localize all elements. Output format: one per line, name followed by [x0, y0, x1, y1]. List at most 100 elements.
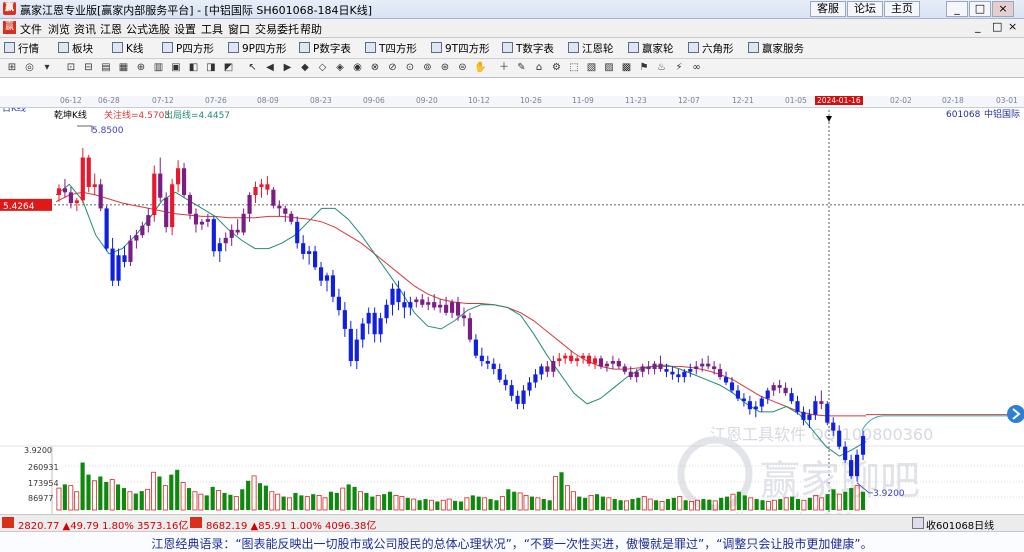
- chart-tool-37-icon[interactable]: ⚡: [673, 62, 685, 74]
- chart-tool-5-icon[interactable]: ▤: [100, 62, 112, 74]
- toolbar-winner-wheel-button[interactable]: 赢家轮: [642, 41, 674, 56]
- toolbar-gann-wheel-button[interactable]: 江恩轮: [582, 41, 614, 56]
- candle-icon[interactable]: [112, 42, 123, 53]
- winner-wheel-icon[interactable]: [628, 42, 639, 53]
- chart-tool-21-icon[interactable]: ⊘: [387, 62, 399, 74]
- chart-tool-8-icon[interactable]: ▥: [153, 62, 165, 74]
- menu-browse[interactable]: 浏览: [48, 21, 70, 37]
- chart-tool-20-icon[interactable]: ⊗: [369, 62, 381, 74]
- volume-bar: [754, 499, 759, 510]
- chart-tool-10-icon[interactable]: ◧: [188, 62, 200, 74]
- chart-tool-26-icon[interactable]: ✋: [474, 62, 486, 74]
- status-right-text[interactable]: 收601068日线: [926, 517, 994, 532]
- sz-index[interactable]: 8682.19 ▲85.91 1.00% 4096.38亿: [206, 517, 376, 532]
- chart-tool-6-icon[interactable]: ▦: [118, 62, 130, 74]
- chart-tool-2-icon[interactable]: ▾: [41, 62, 53, 74]
- chart-tool-13-icon[interactable]: ↖: [247, 62, 259, 74]
- mdi-restore-button[interactable]: □: [992, 20, 1002, 33]
- candle-body: [217, 243, 222, 252]
- chart-tool-18-icon[interactable]: ◈: [334, 62, 346, 74]
- toolbar-table-button[interactable]: P数字表: [313, 41, 351, 56]
- square-icon[interactable]: [162, 42, 173, 53]
- chart-tool-12-icon[interactable]: ◩: [223, 62, 235, 74]
- menu-file[interactable]: 文件: [20, 21, 42, 37]
- volume-bar: [790, 496, 795, 510]
- menu-trade[interactable]: 交易委托: [255, 21, 299, 37]
- candle-body: [146, 215, 151, 226]
- menu-tools[interactable]: 工具: [201, 21, 223, 37]
- maximize-button[interactable]: □: [969, 1, 991, 17]
- chart-tool-17-icon[interactable]: ◇: [317, 62, 329, 74]
- toolbar-square9-button[interactable]: 9P四方形: [242, 41, 287, 56]
- candle-body: [420, 299, 425, 305]
- chart-tool-29-icon[interactable]: ⌂: [533, 62, 545, 74]
- blocks-icon[interactable]: [58, 42, 69, 53]
- chart-tool-22-icon[interactable]: ⊙: [404, 62, 416, 74]
- chart-tool-38-icon[interactable]: ∞: [691, 62, 703, 74]
- link-forum[interactable]: 论坛: [847, 1, 883, 17]
- chart-tool-24-icon[interactable]: ⊛: [439, 62, 451, 74]
- toolbar-hexagon-button[interactable]: 六角形: [702, 41, 734, 56]
- kline-chart[interactable]: 日K线601068 中铝国际乾坤K线 关注线=4.5703出局线=4.44575.4…: [0, 96, 1024, 514]
- table-icon[interactable]: [299, 42, 310, 53]
- mdi-close-button[interactable]: ×: [1008, 20, 1017, 33]
- close-button[interactable]: ×: [992, 1, 1014, 17]
- chart-tool-28-icon[interactable]: ✎: [516, 62, 528, 74]
- grid-icon[interactable]: [4, 42, 15, 53]
- toolbar-grid-button[interactable]: 行情: [18, 41, 39, 56]
- candle-body: [128, 240, 133, 262]
- candle-body: [295, 221, 300, 244]
- menu-gann[interactable]: 江恩: [100, 21, 122, 37]
- minimize-button[interactable]: _: [946, 1, 968, 17]
- volume-bar: [352, 486, 357, 510]
- toolbar-t-square-button[interactable]: T四方形: [379, 41, 417, 56]
- chart-tool-3-icon[interactable]: ⊡: [65, 62, 77, 74]
- chart-tool-33-icon[interactable]: ▨: [603, 62, 615, 74]
- gann-wheel-icon[interactable]: [568, 42, 579, 53]
- chart-tool-34-icon[interactable]: ▩: [621, 62, 633, 74]
- chart-tool-1-icon[interactable]: ◎: [24, 62, 36, 74]
- chart-tool-0-icon[interactable]: ⊞: [6, 62, 18, 74]
- chart-tool-11-icon[interactable]: ◨: [205, 62, 217, 74]
- chart-tool-19-icon[interactable]: ◉: [352, 62, 364, 74]
- chart-tool-32-icon[interactable]: ▧: [586, 62, 598, 74]
- chart-tool-14-icon[interactable]: ◀: [264, 62, 276, 74]
- toolbar-service-button[interactable]: 赢家服务: [762, 41, 804, 56]
- candle-body: [640, 366, 645, 372]
- toolbar-blocks-button[interactable]: 板块: [72, 41, 93, 56]
- chart-tool-15-icon[interactable]: ▶: [282, 62, 294, 74]
- hexagon-icon[interactable]: [688, 42, 699, 53]
- chart-tool-7-icon[interactable]: ⊕: [135, 62, 147, 74]
- chart-tool-23-icon[interactable]: ⊚: [422, 62, 434, 74]
- candle-body: [515, 395, 520, 404]
- chart-tool-30-icon[interactable]: ⚙: [551, 62, 563, 74]
- t-square9-icon[interactable]: [431, 42, 442, 53]
- chart-tool-25-icon[interactable]: ⊜: [457, 62, 469, 74]
- menu-window[interactable]: 窗口: [228, 21, 250, 37]
- menu-info[interactable]: 资讯: [74, 21, 96, 37]
- chart-tool-27-icon[interactable]: ＋: [498, 62, 510, 74]
- chart-tool-36-icon[interactable]: ♨: [656, 62, 668, 74]
- toolbar-square-button[interactable]: P四方形: [176, 41, 214, 56]
- toolbar-t-square9-button[interactable]: 9T四方形: [445, 41, 490, 56]
- toolbar-candle-button[interactable]: K线: [126, 41, 143, 56]
- menu-settings[interactable]: 设置: [174, 21, 196, 37]
- candle-body: [610, 361, 615, 364]
- t-table-icon[interactable]: [502, 42, 513, 53]
- sh-index[interactable]: 2820.77 ▲49.79 1.80% 3573.16亿: [18, 517, 188, 532]
- square9-icon[interactable]: [228, 42, 239, 53]
- chart-tool-4-icon[interactable]: ⊟: [83, 62, 95, 74]
- t-square-icon[interactable]: [365, 42, 376, 53]
- chart-tool-31-icon[interactable]: ⬚: [568, 62, 580, 74]
- link-customer-service[interactable]: 客服: [810, 1, 846, 17]
- candle-body: [735, 390, 741, 399]
- chart-tool-16-icon[interactable]: ◆: [299, 62, 311, 74]
- mdi-minimize-button[interactable]: _: [975, 20, 981, 33]
- service-icon[interactable]: [748, 42, 759, 53]
- chart-tool-35-icon[interactable]: ⚑: [638, 62, 650, 74]
- toolbar-t-table-button[interactable]: T数字表: [516, 41, 554, 56]
- menu-formula[interactable]: 公式选股: [126, 21, 170, 37]
- chart-tool-9-icon[interactable]: ▣: [170, 62, 182, 74]
- menu-help[interactable]: 帮助: [300, 21, 322, 37]
- link-home[interactable]: 主页: [884, 1, 920, 17]
